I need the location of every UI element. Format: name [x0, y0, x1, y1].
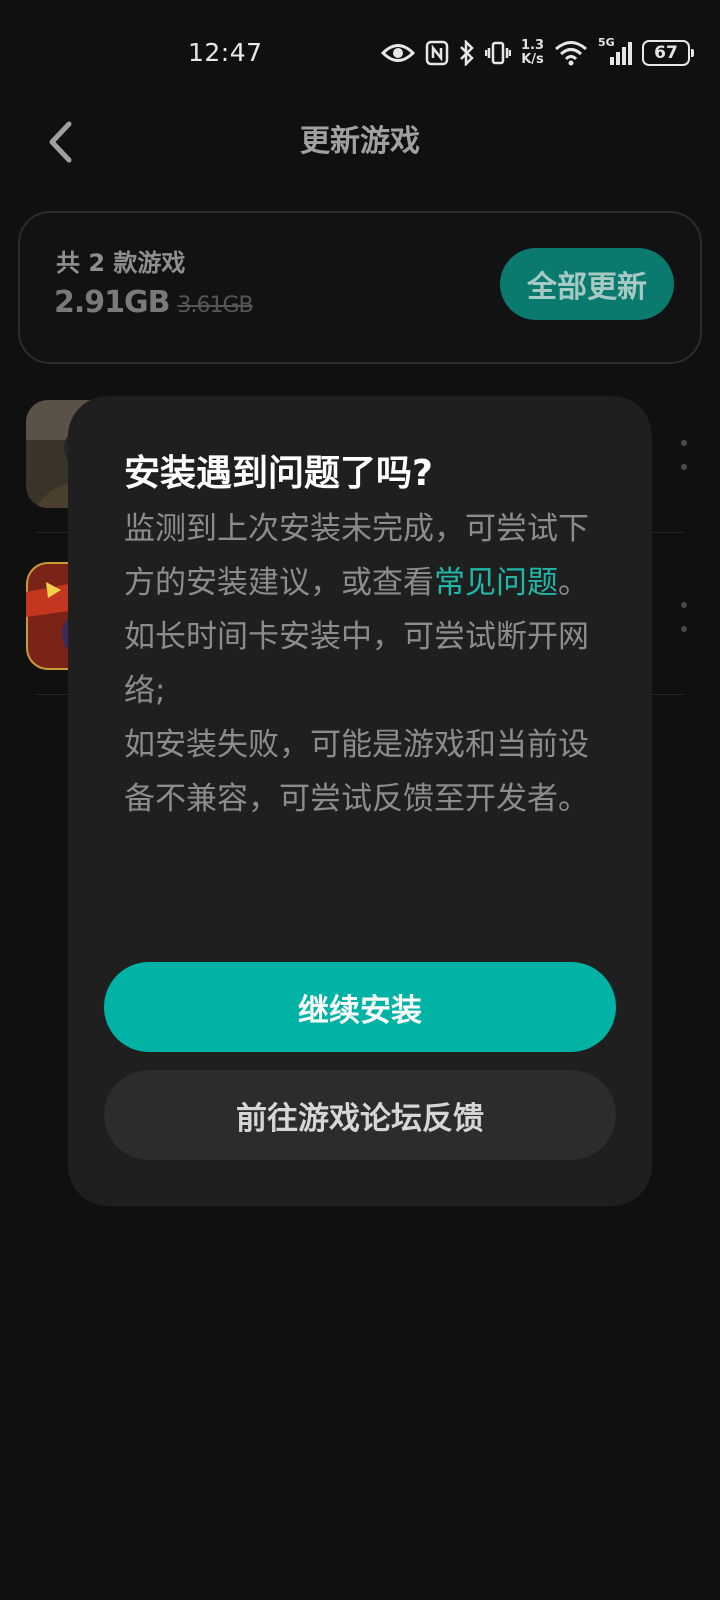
game-count: 共 2 款游戏 [56, 249, 186, 277]
summary-card: 共 2 款游戏 2.91GB 3.61GB 全部更新 [18, 211, 702, 364]
vibrate-icon [484, 40, 511, 66]
dialog-paragraph-1: 监测到上次安装未完成，可尝试下方的安装建议，或查看常见问题。 [124, 502, 596, 610]
wifi-icon [554, 40, 588, 66]
dialog-paragraph-2: 如长时间卡安装中，可尝试断开网络; [124, 619, 589, 709]
forum-feedback-button[interactable]: 前往游戏论坛反馈 [104, 1070, 616, 1160]
update-all-button[interactable]: 全部更新 [500, 248, 674, 320]
status-time: 12:47 [188, 38, 263, 67]
nfc-icon [425, 40, 449, 66]
net-speed-value: 1.3 [520, 38, 544, 53]
dialog-body: 监测到上次安装未完成，可尝试下方的安装建议，或查看常见问题。 如长时间卡安装中，… [124, 502, 596, 826]
network-type: 5G [598, 36, 615, 49]
dialog-paragraph-3: 如安装失败，可能是游戏和当前设备不兼容，可尝试反馈至开发者。 [124, 727, 589, 817]
total-size: 2.91GB 3.61GB [54, 285, 254, 320]
signal-icon: 5G [598, 36, 632, 66]
more-vertical-icon[interactable] [674, 602, 694, 632]
more-vertical-icon[interactable] [674, 440, 694, 470]
faq-link[interactable]: 常见问题 [434, 565, 558, 601]
battery-icon: 67 [642, 40, 694, 66]
page-title: 更新游戏 [300, 124, 420, 159]
eye-icon [380, 42, 415, 64]
net-speed-unit: K/s [521, 52, 544, 67]
continue-install-button[interactable]: 继续安装 [104, 962, 616, 1052]
status-icons: 1.3 K/s 5G 67 [380, 36, 694, 70]
dialog-text: 。 [558, 565, 589, 601]
chevron-left-icon [49, 121, 72, 163]
bluetooth-icon [459, 40, 475, 66]
net-speed: 1.3 K/s [521, 39, 544, 67]
size-old: 3.61GB [177, 293, 254, 318]
back-button[interactable] [38, 118, 82, 166]
battery-level: 67 [654, 43, 678, 63]
status-bar: 12:47 1.3 K/s 5G 67 [0, 0, 720, 104]
dialog-title: 安装遇到问题了吗? [124, 453, 433, 494]
size-new: 2.91GB [54, 285, 171, 320]
install-issue-dialog: 安装遇到问题了吗? 监测到上次安装未完成，可尝试下方的安装建议，或查看常见问题。… [68, 396, 652, 1206]
